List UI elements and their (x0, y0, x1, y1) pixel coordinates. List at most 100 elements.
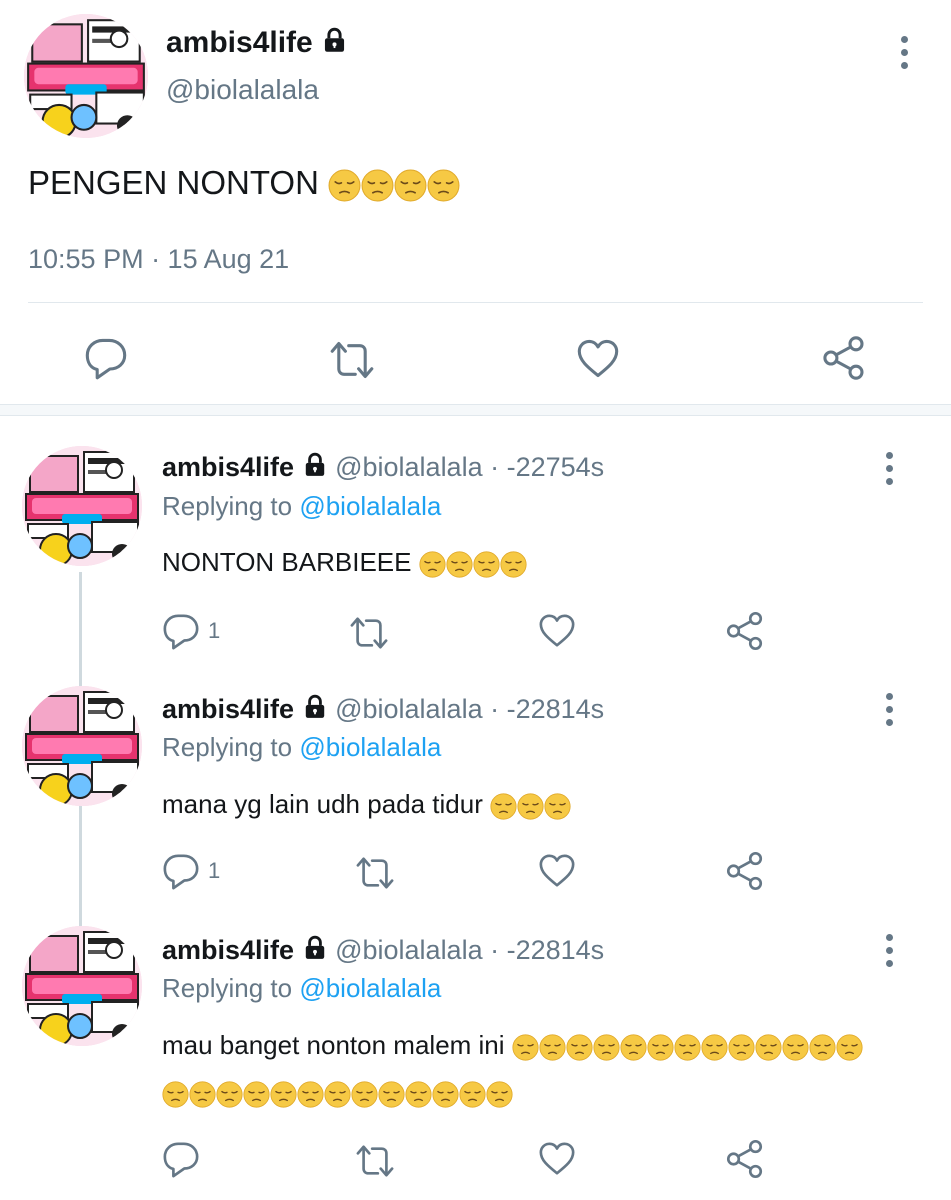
reply-button[interactable]: 1 (162, 612, 220, 650)
replying-label: Replying to (162, 732, 293, 762)
pensive-face-emoji (427, 169, 460, 202)
heart-icon (538, 612, 576, 650)
share-button[interactable] (724, 850, 766, 892)
main-avatar[interactable] (24, 14, 148, 138)
retweet-button[interactable] (347, 614, 391, 652)
retweet-button[interactable] (353, 1142, 397, 1180)
display-name[interactable]: ambis4life (162, 935, 294, 965)
reply-header: ambis4life @biolalalala · -22814s (162, 694, 604, 725)
retweet-icon (347, 614, 391, 652)
retweet-button[interactable] (327, 338, 377, 382)
share-button[interactable] (820, 334, 868, 382)
pensive-face-emoji (809, 1034, 836, 1061)
share-icon (820, 334, 868, 382)
reply-avatar[interactable] (22, 686, 142, 806)
like-button[interactable] (538, 612, 576, 650)
pensive-face-emoji (782, 1034, 809, 1061)
reply-button[interactable] (162, 1140, 200, 1178)
reply-body: mana yg lain udh pada tidur (162, 789, 483, 819)
tweet-text: PENGEN NONTON (28, 164, 319, 201)
main-tweet-text: PENGEN NONTON (28, 164, 460, 202)
reply-button[interactable] (84, 336, 128, 380)
replying-to: Replying to @biolalalala (162, 973, 441, 1004)
more-options-button[interactable] (889, 32, 919, 72)
more-vertical-icon (885, 451, 893, 459)
like-button[interactable] (576, 337, 620, 381)
reply-icon (162, 612, 200, 650)
lock-icon (302, 935, 328, 961)
display-name[interactable]: ambis4life (162, 452, 294, 482)
display-name-text: ambis4life (166, 26, 313, 59)
reply-header: ambis4life @biolalalala · -22754s (162, 452, 604, 483)
pensive-face-emoji (512, 1034, 539, 1061)
pensive-face-emoji (243, 1081, 270, 1108)
replying-handle-link[interactable]: @biolalalala (299, 732, 441, 762)
reply-time[interactable]: -22814s (507, 694, 605, 724)
main-handle[interactable]: @biolalalala (166, 74, 319, 106)
reply-time[interactable]: -22814s (507, 935, 605, 965)
reply-header: ambis4life @biolalalala · -22814s (162, 935, 604, 966)
pensive-face-emoji (459, 1081, 486, 1108)
like-button[interactable] (538, 1140, 576, 1178)
pensive-face-emoji (324, 1081, 351, 1108)
like-button[interactable] (538, 852, 576, 890)
display-name[interactable]: ambis4life (162, 694, 294, 724)
pensive-face-emoji (189, 1081, 216, 1108)
pensive-face-emoji (432, 1081, 459, 1108)
pensive-face-emoji (728, 1034, 755, 1061)
replying-to: Replying to @biolalalala (162, 491, 441, 522)
reply-text: mau banget nonton malem ini (162, 1025, 863, 1065)
pensive-face-emoji (297, 1081, 324, 1108)
replying-handle-link[interactable]: @biolalalala (299, 973, 441, 1003)
lock-icon (302, 694, 328, 720)
avatar-image (24, 14, 148, 138)
more-options-button[interactable] (874, 930, 904, 970)
retweet-icon (353, 854, 397, 892)
share-icon (724, 850, 766, 892)
pensive-face-emoji (446, 551, 473, 578)
share-button[interactable] (724, 1138, 766, 1180)
retweet-button[interactable] (353, 854, 397, 892)
handle[interactable]: @biolalalala (335, 452, 483, 482)
retweet-icon (327, 338, 377, 382)
reply-avatar[interactable] (22, 926, 142, 1046)
reply-button[interactable]: 1 (162, 852, 220, 890)
more-options-button[interactable] (874, 448, 904, 488)
more-vertical-icon (885, 933, 893, 941)
pensive-face-emoji (162, 1081, 189, 1108)
replying-handle-link[interactable]: @biolalalala (299, 491, 441, 521)
divider (28, 302, 923, 303)
heart-icon (538, 852, 576, 890)
pensive-face-emoji (351, 1081, 378, 1108)
pensive-face-emoji (473, 551, 500, 578)
pensive-face-emoji (593, 1034, 620, 1061)
reply-avatar[interactable] (22, 446, 142, 566)
handle[interactable]: @biolalalala (335, 694, 483, 724)
pensive-face-emoji (755, 1034, 782, 1061)
avatar-image (22, 686, 142, 806)
pensive-face-emoji (405, 1081, 432, 1108)
share-button[interactable] (724, 610, 766, 652)
pensive-face-emoji (674, 1034, 701, 1061)
reply-time[interactable]: -22754s (507, 452, 605, 482)
main-timestamp[interactable]: 10:55 PM · 15 Aug 21 (28, 244, 289, 275)
handle[interactable]: @biolalalala (335, 935, 483, 965)
main-display-name[interactable]: ambis4life (166, 26, 348, 60)
more-options-button[interactable] (874, 689, 904, 729)
more-vertical-icon (900, 35, 908, 43)
replying-label: Replying to (162, 973, 293, 1003)
pensive-face-emoji (517, 793, 544, 820)
pensive-face-emoji (270, 1081, 297, 1108)
replying-to: Replying to @biolalalala (162, 732, 441, 763)
meta-separator: · (482, 935, 507, 965)
pensive-face-emoji (701, 1034, 728, 1061)
reply-icon (162, 1140, 200, 1178)
reply-icon (162, 852, 200, 890)
avatar-image (22, 446, 142, 566)
pensive-face-emoji (394, 169, 427, 202)
pensive-face-emoji (620, 1034, 647, 1061)
pensive-face-emoji (328, 169, 361, 202)
pensive-face-emoji (486, 1081, 513, 1108)
share-icon (724, 610, 766, 652)
pensive-face-emoji (419, 551, 446, 578)
